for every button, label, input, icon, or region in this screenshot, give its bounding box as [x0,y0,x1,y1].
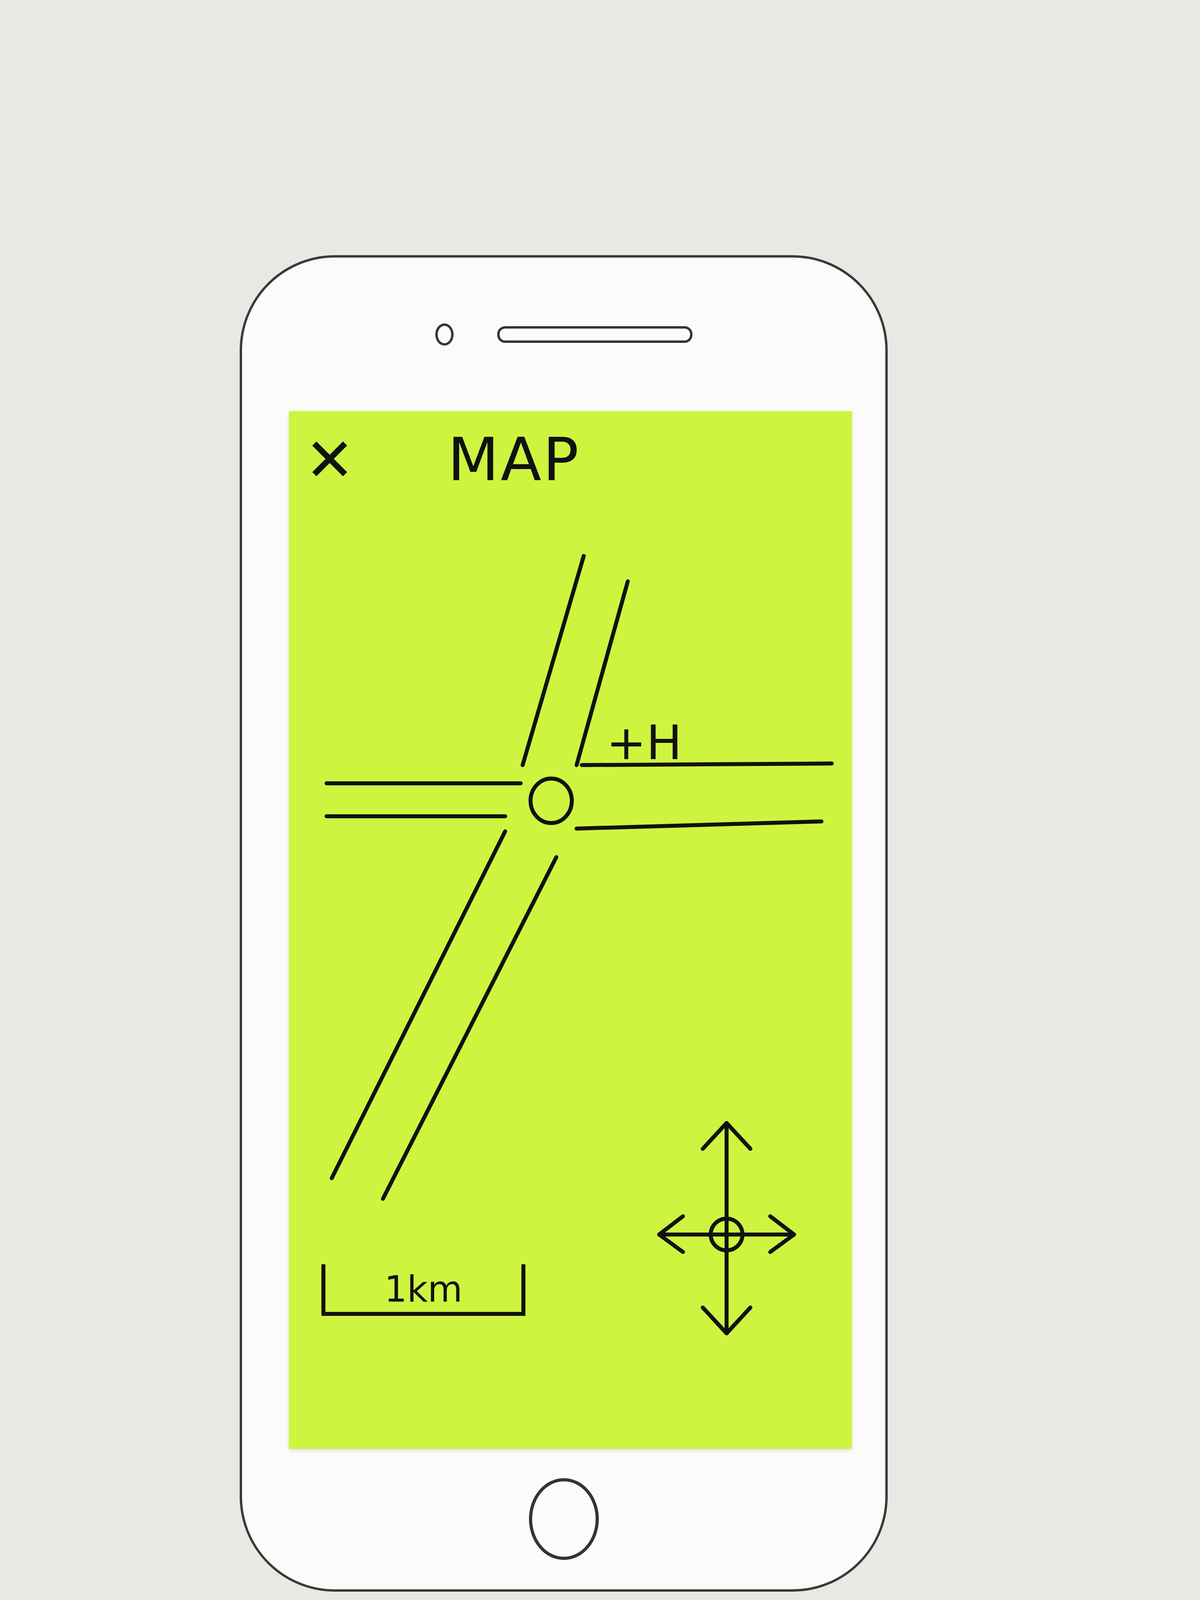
phone-frame: ✕ MAP +H 1km [239,255,888,1592]
road-line [326,781,521,786]
map-canvas[interactable] [288,411,852,1449]
map-screen: ✕ MAP +H 1km [288,411,852,1449]
header: ✕ MAP [288,411,852,493]
scale-label: 1km [384,1269,463,1309]
close-button[interactable]: ✕ [300,430,365,490]
home-area [242,1448,886,1590]
road-line [326,814,506,819]
speaker-icon [497,326,693,343]
road-line [382,857,557,1199]
phone-top [242,257,886,412]
title: MAP [447,426,581,493]
road-line [522,555,584,766]
camera-icon [435,323,454,346]
scale-bar: 1km [321,1264,526,1316]
location-icon [530,778,572,824]
road-line [576,821,822,829]
pan-control-icon[interactable] [651,1117,802,1340]
home-button-icon[interactable] [528,1478,599,1560]
map-marker[interactable]: +H [606,716,683,770]
